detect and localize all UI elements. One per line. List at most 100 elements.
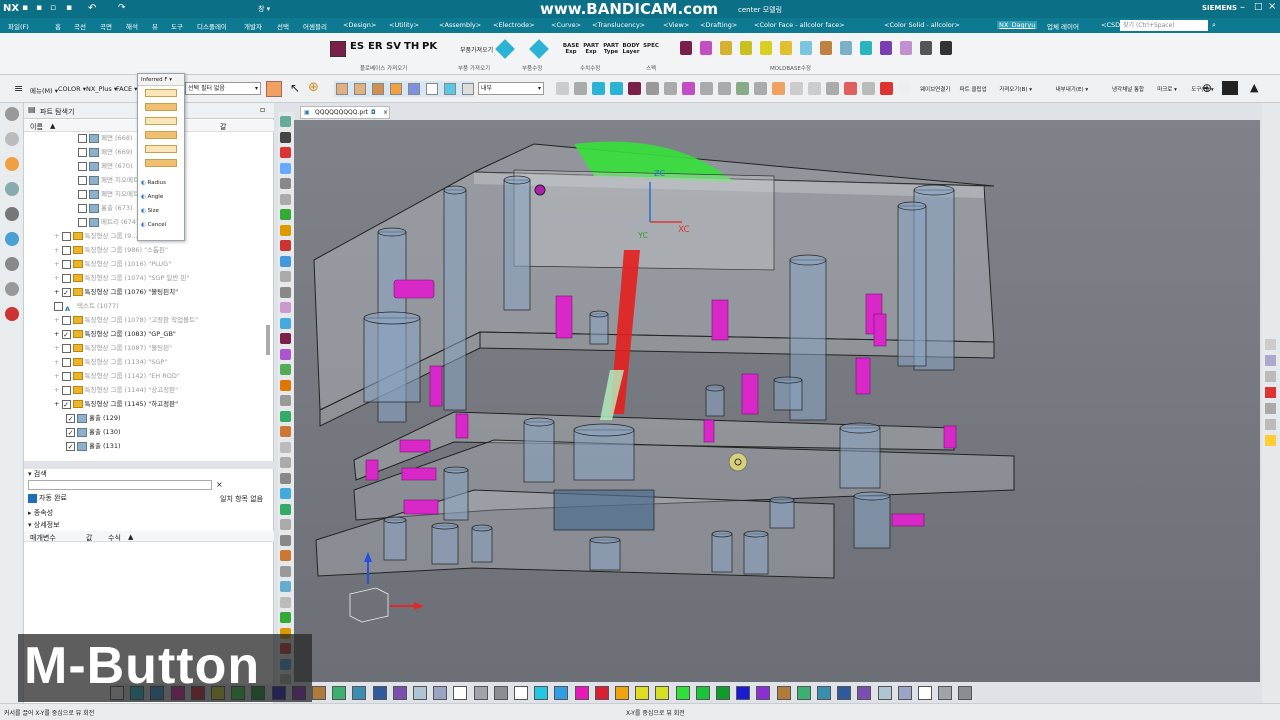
menu-item[interactable]: 개발자	[244, 21, 262, 31]
snap-option-angle[interactable]: ◐ Angle	[141, 194, 163, 200]
color-swatch[interactable]	[938, 686, 953, 700]
splitter[interactable]	[24, 461, 274, 469]
visibility-checkbox[interactable]	[61, 343, 71, 353]
vertical-tool-icon[interactable]	[280, 457, 291, 468]
expand-icon[interactable]: +	[54, 232, 62, 240]
color-swatch[interactable]	[473, 686, 488, 700]
vertical-tool-icon[interactable]	[280, 612, 291, 623]
selection-filter-dropdown[interactable]: 선택 필터 없음 ▾	[185, 82, 261, 95]
view-tool-icon[interactable]	[772, 82, 785, 95]
face-menu[interactable]: FACE ▾	[116, 85, 137, 93]
color-menu[interactable]: COLOR ▾	[58, 85, 86, 93]
moldbase-tool-icon[interactable]	[940, 41, 952, 55]
edit-part-icon[interactable]	[529, 39, 549, 59]
snap-mode-icon[interactable]	[426, 83, 438, 95]
vertical-tool-icon[interactable]	[280, 333, 291, 344]
ribbon-button[interactable]: ER	[368, 41, 383, 52]
color-swatch[interactable]	[837, 686, 852, 700]
open-icon[interactable]: ▫	[50, 3, 56, 13]
moldbase-tool-icon[interactable]	[760, 41, 772, 55]
color-swatch[interactable]	[615, 686, 629, 700]
visibility-checkbox[interactable]	[61, 371, 71, 381]
snap-type-icon[interactable]	[145, 89, 177, 97]
nav-search-input[interactable]	[28, 480, 212, 490]
tree-row[interactable]: ✓ 홀출 (131)	[66, 439, 274, 453]
snap-type-icon[interactable]	[145, 131, 177, 139]
color-swatch[interactable]	[776, 686, 791, 700]
color-swatch[interactable]	[958, 686, 973, 700]
moldbase-tool-icon[interactable]	[820, 41, 832, 55]
col-param[interactable]: 매개변수	[30, 533, 56, 543]
snap-type-icon[interactable]	[145, 117, 177, 125]
color-swatch[interactable]	[897, 686, 912, 700]
view-tool-icon[interactable]	[556, 82, 569, 95]
color-swatch[interactable]	[594, 686, 609, 700]
view-tool-icon[interactable]	[628, 82, 641, 95]
toolbar-label[interactable]: 웨이브연결기	[920, 85, 950, 93]
color-swatch[interactable]	[372, 686, 387, 700]
expand-icon[interactable]: +	[54, 288, 62, 296]
menu-item[interactable]: <Utility>	[389, 21, 419, 29]
constraint-icon[interactable]	[5, 182, 19, 196]
view-tool-icon[interactable]	[736, 82, 749, 95]
expand-icon[interactable]: +	[54, 372, 62, 380]
visibility-checkbox[interactable]: ✓	[61, 287, 71, 297]
vertical-tool-icon[interactable]	[280, 147, 291, 158]
vertical-tool-icon[interactable]	[280, 488, 291, 499]
color-swatch[interactable]	[453, 686, 468, 700]
col-value[interactable]: 값	[86, 533, 92, 543]
menu-item[interactable]: <Translucency>	[592, 21, 645, 29]
visibility-checkbox[interactable]: ✓	[66, 427, 75, 437]
cursor-icon[interactable]: ↖	[290, 81, 300, 95]
color-swatch[interactable]	[574, 686, 589, 700]
vertical-tool-icon[interactable]	[280, 426, 291, 437]
moldbase-tool-icon[interactable]	[740, 41, 752, 55]
color-swatch[interactable]	[332, 686, 347, 700]
view-tool-icon[interactable]	[592, 82, 605, 95]
minimize-icon[interactable]: –	[1240, 2, 1245, 13]
snap-mode-icon[interactable]	[336, 83, 348, 95]
right-tool-icon[interactable]	[1265, 371, 1276, 382]
view-tool-icon[interactable]	[808, 82, 821, 95]
tree-row[interactable]: + 특징형상 그룹 (1078) "고정판 작업볼트"	[54, 313, 274, 327]
color-swatch[interactable]	[534, 686, 549, 700]
menu-item[interactable]: 디스플레이	[197, 21, 227, 31]
roles-icon[interactable]	[5, 307, 19, 321]
maximize-icon[interactable]: □	[1254, 2, 1263, 12]
moldbase-tool-icon[interactable]	[700, 41, 712, 55]
ribbon-button[interactable]: SV	[386, 41, 401, 52]
snap-type-icon[interactable]	[145, 103, 177, 111]
part-navigator-icon[interactable]	[5, 157, 19, 171]
visibility-checkbox[interactable]	[78, 189, 87, 199]
vertical-tool-icon[interactable]	[280, 534, 291, 546]
toolbar-label[interactable]: 가져오기(B) ▾	[999, 85, 1032, 93]
view-tool-icon[interactable]	[880, 82, 893, 95]
menu-item[interactable]: <Color Solid - allcolor>	[884, 21, 960, 29]
menu-item[interactable]: <Electrode>	[493, 21, 535, 29]
menu-item[interactable]: <Drafting>	[700, 21, 737, 29]
visibility-checkbox[interactable]	[78, 147, 87, 157]
base-button[interactable]: PART Type	[602, 43, 620, 55]
tree-row[interactable]: A 텍스트 (1077)	[54, 299, 274, 313]
process-studio-icon[interactable]	[5, 282, 19, 296]
color-swatch[interactable]	[817, 686, 831, 700]
toolbar-label[interactable]: 냉각채널 통합	[1112, 85, 1144, 93]
vertical-tool-icon[interactable]	[280, 550, 291, 561]
right-tool-icon[interactable]	[1265, 355, 1276, 366]
vertical-tool-icon[interactable]	[280, 519, 291, 530]
snap-mode-icon[interactable]	[372, 83, 384, 95]
expand-icon[interactable]: +	[54, 358, 62, 366]
base-button[interactable]: BODY Layer	[622, 43, 640, 55]
scope-dropdown[interactable]: 내부 ▾	[478, 82, 544, 95]
panel-close-icon[interactable]: ▫	[260, 105, 265, 114]
close-icon[interactable]: ×	[1268, 1, 1276, 12]
visibility-checkbox[interactable]: ✓	[66, 413, 75, 423]
visibility-checkbox[interactable]	[61, 357, 71, 367]
visibility-checkbox[interactable]	[78, 161, 87, 171]
vertical-tool-icon[interactable]	[280, 178, 291, 189]
menu-item[interactable]: 곡선	[74, 21, 86, 31]
color-swatch[interactable]	[716, 686, 730, 700]
visibility-checkbox[interactable]	[78, 133, 87, 143]
mold-assembly-model[interactable]: XC ZC YC	[294, 120, 1260, 682]
toolbar-label[interactable]: 파트 클립업	[960, 85, 987, 93]
